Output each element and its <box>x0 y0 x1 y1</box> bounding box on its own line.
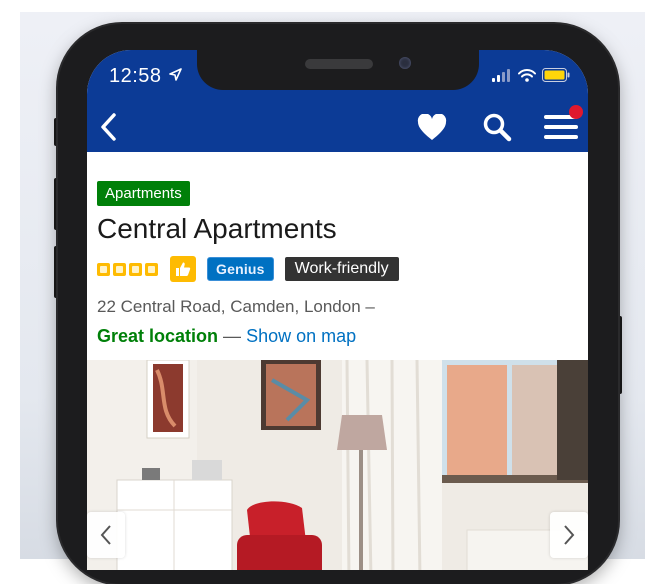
gallery-prev-button[interactable] <box>87 512 125 558</box>
location-score-label: Great location <box>97 326 219 346</box>
location-arrow-icon <box>169 68 182 81</box>
star-icon <box>113 262 126 276</box>
star-icon <box>145 262 158 276</box>
property-photo[interactable] <box>87 360 588 570</box>
show-on-map-link[interactable]: Show on map <box>246 326 356 346</box>
signal-icon <box>492 68 510 82</box>
search-icon[interactable] <box>482 112 512 142</box>
location-row: Great location — Show on map <box>97 326 356 347</box>
status-time: 12:58 <box>109 65 162 87</box>
property-type-badge: Apartments <box>97 181 190 206</box>
app-header: 12:58 <box>87 50 588 152</box>
thumbs-up-icon <box>170 256 196 282</box>
chevron-right-icon <box>564 525 575 545</box>
phone-screen: 12:58 Apartments Central Apartments Geni… <box>87 50 588 570</box>
rating-row: Genius Work-friendly <box>97 255 399 283</box>
property-address: 22 Central Road, Camden, London – <box>97 297 375 316</box>
separator: — <box>223 326 242 346</box>
speaker-grille <box>305 59 373 69</box>
star-icon <box>129 262 142 276</box>
heart-icon[interactable] <box>417 114 447 141</box>
gallery-next-button[interactable] <box>550 512 588 558</box>
phone-notch <box>197 50 479 90</box>
room-photo-illustration <box>87 360 588 570</box>
chevron-left-icon <box>100 525 111 545</box>
wifi-icon <box>518 68 536 82</box>
back-icon[interactable] <box>99 112 117 142</box>
genius-badge: Genius <box>207 257 274 281</box>
property-title: Central Apartments <box>97 213 337 244</box>
battery-icon <box>542 68 570 82</box>
notification-dot <box>569 105 583 119</box>
status-icons <box>492 68 570 82</box>
star-rating <box>97 262 158 276</box>
front-camera <box>399 57 411 69</box>
star-icon <box>97 262 110 276</box>
work-friendly-badge: Work-friendly <box>284 257 399 281</box>
